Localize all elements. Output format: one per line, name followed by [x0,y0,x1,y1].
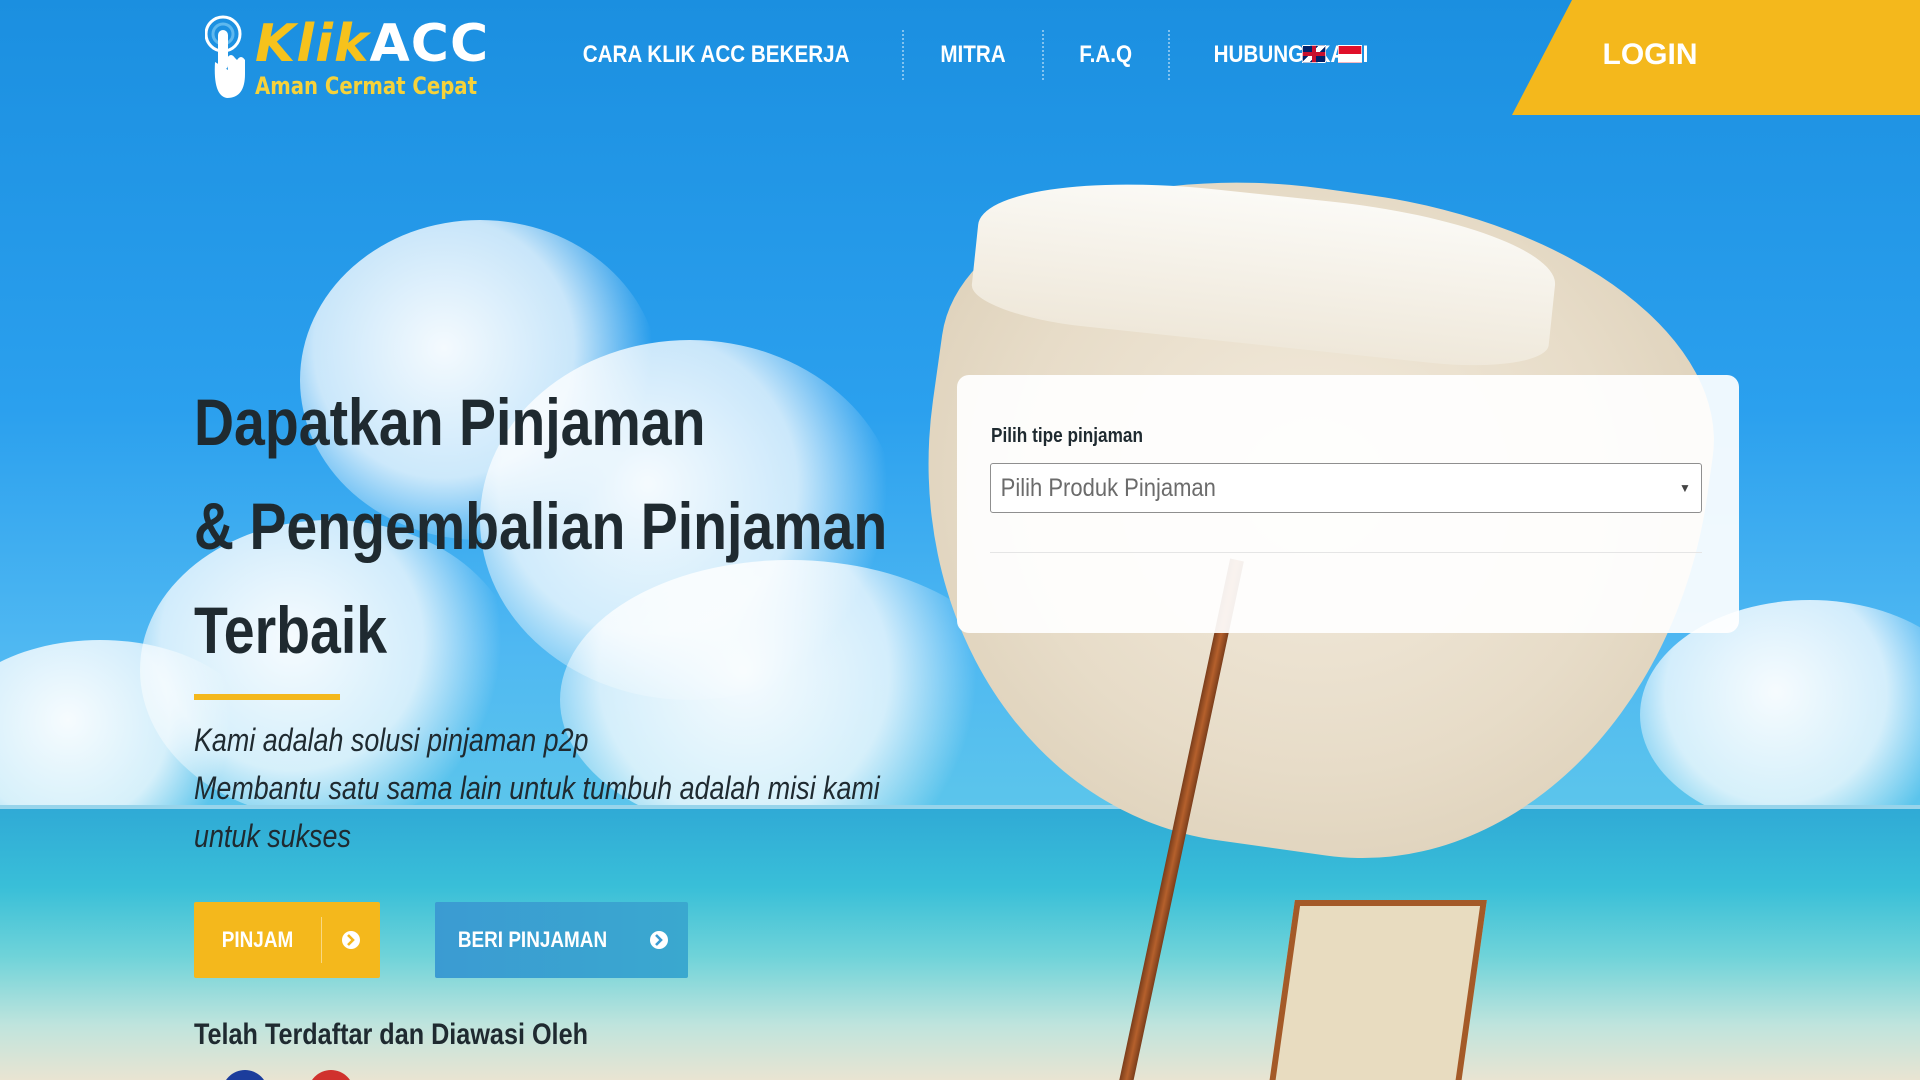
hero-subtitle-line: Membantu satu sama lain untuk tumbuh ada… [194,770,880,806]
hero-accent-rule [194,694,340,700]
main-nav: CARA KLIK ACC BEKERJA MITRA F.A.Q HUBUNG… [530,30,1412,80]
pinjam-button[interactable]: PINJAM [194,902,380,978]
page: KlikACC Aman Cermat Cepat CARA KLIK ACC … [0,0,1920,1080]
registered-heading: Telah Terdaftar dan Diawasi Oleh [194,1018,588,1051]
hero-subtitle-line: Kami adalah solusi pinjaman p2p [194,722,589,758]
hero-title-line: Terbaik [194,593,388,667]
loan-product-select[interactable]: Pilih Produk Pinjaman ▼ [990,463,1702,513]
logo[interactable]: KlikACC Aman Cermat Cepat [205,10,488,105]
english-flag-icon[interactable] [1302,45,1326,63]
loan-type-label: Pilih tipe pinjaman [991,425,1143,447]
regulator-logo [308,1070,354,1080]
card-divider [990,552,1702,553]
hero-title-line: & Pengembalian Pinjaman [194,489,888,563]
language-switcher [1302,45,1362,63]
nav-item-hubungi-kami[interactable]: HUBUNGI KAMI [1187,30,1395,80]
indonesia-flag-icon[interactable] [1338,45,1362,63]
caret-down-icon: ▼ [1679,481,1691,495]
arrow-right-circle-icon [322,930,380,950]
logo-title: KlikACC [255,16,489,72]
nav-separator [1167,30,1170,80]
nav-separator [902,30,905,80]
hero-title: Dapatkan Pinjaman & Pengembalian Pinjama… [194,370,888,682]
loan-product-select-value: Pilih Produk Pinjaman [1000,473,1216,502]
loan-form-card: Pilih tipe pinjaman Pilih Produk Pinjama… [957,375,1739,633]
regulator-logo [222,1070,268,1080]
cloud [1640,600,1920,830]
nav-separator [1042,30,1045,80]
hero-subtitle-line: untuk sukses [194,818,351,854]
pinjam-button-label: PINJAM [221,927,294,952]
beri-pinjaman-button-label: BERI PINJAMAN [457,927,608,952]
nav-item-mitra[interactable]: MITRA [914,30,1033,80]
arrow-right-circle-icon [630,930,688,950]
regulator-logos [222,1070,354,1080]
logo-title-klik: Klik [255,14,370,74]
nav-item-faq[interactable]: F.A.Q [1053,30,1159,80]
hero-subtitle: Kami adalah solusi pinjaman p2p Membantu… [194,716,916,860]
hero-section: Dapatkan Pinjaman & Pengembalian Pinjama… [194,370,914,860]
nav-item-cara-kerja[interactable]: CARA KLIK ACC BEKERJA [556,30,876,80]
beach-chair-image [1265,900,1487,1080]
login-bar [1512,0,1920,115]
hero-title-line: Dapatkan Pinjaman [194,385,706,459]
login-button[interactable]: LOGIN [1590,30,1710,80]
logo-title-acc: ACC [369,14,490,74]
touch-hand-icon [205,15,245,98]
header: KlikACC Aman Cermat Cepat CARA KLIK ACC … [0,0,1920,115]
beri-pinjaman-button[interactable]: BERI PINJAMAN [435,902,688,978]
logo-tagline: Aman Cermat Cepat [255,72,477,100]
